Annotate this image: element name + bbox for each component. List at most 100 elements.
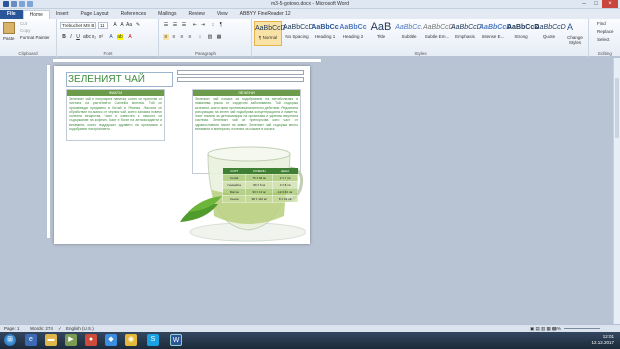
highlight-icon[interactable]: ab (117, 34, 123, 40)
copy-button[interactable]: Copy (20, 28, 31, 33)
style-no-spacing[interactable]: AaBbCcD No Spacing (283, 21, 314, 46)
shrink-font-icon[interactable]: A (119, 22, 125, 28)
media-icon[interactable]: ▶ (65, 334, 77, 346)
cut-button[interactable]: Cut (20, 21, 27, 26)
style-preview: AaBbCcD (423, 24, 454, 31)
app-icon[interactable]: ● (85, 334, 97, 346)
styles-label: Styles (414, 51, 427, 56)
header-box-1[interactable] (177, 70, 304, 75)
find-button[interactable]: Find (597, 21, 606, 26)
table-cell: 75 ± 84 мг (245, 173, 274, 182)
app2-icon[interactable]: ◆ (105, 334, 117, 346)
align-center-icon[interactable]: ≡ (171, 34, 177, 40)
style-strong[interactable]: AaBbCcD Strong (507, 21, 539, 46)
font-group: Trebuchet MS B 11 A A Aa ✎ B I U abc x₂ … (58, 19, 159, 57)
line-spacing-icon[interactable]: ↕ (197, 34, 203, 40)
multilevel-list-icon[interactable]: ☰ (181, 22, 187, 28)
bullets-icon[interactable]: ☰ (163, 22, 169, 28)
change-case-icon[interactable]: Aa (126, 22, 132, 28)
system-clock[interactable]: 12:01 12.12.2017 (591, 334, 614, 346)
language-indicator[interactable]: English (U.S.) (66, 326, 94, 331)
minimize-button[interactable]: – (578, 0, 590, 8)
zoom-level[interactable]: 66% (552, 326, 561, 331)
tab-abbyy[interactable]: ABBYY FineReader 12 (234, 10, 297, 19)
grow-font-icon[interactable]: A (112, 22, 118, 28)
style-preview: AaBbCc (311, 24, 339, 31)
table-cell: Генмайча (221, 180, 247, 189)
style-subtitle[interactable]: AaBbCc. Subtitle (395, 21, 423, 46)
table-cell: 8 ± 24 лв (272, 194, 298, 203)
clear-format-icon[interactable]: ✎ (135, 22, 141, 28)
tab-review[interactable]: Review (183, 10, 211, 19)
chrome-icon[interactable]: ◉ (125, 334, 137, 346)
italic-button[interactable]: I (68, 34, 74, 40)
tab-home[interactable]: Home (22, 10, 50, 19)
show-marks-icon[interactable]: ¶ (218, 22, 224, 28)
vertical-scrollbar[interactable] (613, 58, 620, 324)
shading-icon[interactable]: ▧ (207, 34, 213, 40)
zoom-slider[interactable] (564, 328, 600, 329)
document-heading: ЗЕЛЕНИЯТ ЧАЙ (68, 74, 145, 85)
style-preview: AaBbCcD (451, 24, 482, 31)
facts-column[interactable]: ФАКТИ Зеленият чай е популярна напитка, … (66, 89, 165, 141)
decrease-indent-icon[interactable]: ⇤ (192, 22, 198, 28)
select-button[interactable]: Select (597, 37, 610, 42)
maximize-button[interactable]: □ (590, 0, 602, 8)
ribbon: Paste Cut Copy Format Painter Clipboard … (0, 19, 620, 57)
tab-page-layout[interactable]: Page Layout (74, 10, 114, 19)
align-right-icon[interactable]: ≡ (179, 34, 185, 40)
style-heading-1[interactable]: AaBbCc Heading 1 (311, 21, 339, 46)
table-cell: Китай (221, 173, 247, 182)
subscript-icon[interactable]: x₂ (91, 34, 97, 40)
tab-insert[interactable]: Insert (50, 10, 75, 19)
text-effects-icon[interactable]: A (108, 34, 114, 40)
horizontal-ruler[interactable] (52, 58, 322, 63)
change-styles-icon[interactable]: A (565, 22, 575, 32)
tea-table[interactable]: СОРТ КОФЕИН ЦЕНА Китай 75 ± 84 мг 2 ± 7 … (221, 168, 298, 203)
tab-references[interactable]: References (115, 10, 153, 19)
font-size-dropdown[interactable]: 11 (98, 22, 108, 29)
font-name-dropdown[interactable]: Trebuchet MS B (60, 22, 96, 29)
style-emphasis[interactable]: AaBbCcD Emphasis (451, 21, 482, 46)
tab-mailings[interactable]: Mailings (152, 10, 182, 19)
replace-button[interactable]: Replace (597, 29, 614, 34)
start-button[interactable]: ⊞ (4, 334, 16, 346)
tab-file[interactable]: File (0, 10, 23, 19)
change-styles-button[interactable]: Change Styles (563, 35, 587, 45)
tab-view[interactable]: View (211, 10, 234, 19)
skype-icon[interactable]: S (147, 334, 159, 346)
increase-indent-icon[interactable]: ⇥ (200, 22, 206, 28)
bold-button[interactable]: B (61, 34, 67, 40)
style-heading-2[interactable]: AaBbCc Heading 2 (339, 21, 367, 46)
justify-icon[interactable]: ≡ (187, 34, 193, 40)
word-taskbar-icon[interactable]: W (170, 334, 182, 346)
style-subtle-emphasis[interactable]: AaBbCcD Subtle Em... (423, 21, 454, 46)
style-title[interactable]: AaB Title (367, 21, 395, 46)
title-bar: m3-5-gotovo.docx - Microsoft Word – □ × (0, 0, 620, 9)
style-quote[interactable]: AaBbCcD Quote (535, 21, 566, 46)
word-count[interactable]: Words: 274 (30, 326, 53, 331)
paste-icon[interactable] (3, 22, 15, 34)
align-left-icon[interactable]: ≡ (163, 34, 169, 40)
paste-button[interactable]: Paste (3, 36, 15, 41)
facts-text: Зеленият чай е популярна напитка, която … (69, 97, 162, 132)
numbering-icon[interactable]: ☰ (172, 22, 178, 28)
font-color-icon[interactable]: A (127, 34, 133, 40)
style-intense-emphasis[interactable]: AaBbCcD Intense E... (479, 21, 511, 46)
underline-button[interactable]: U (75, 34, 81, 40)
folder-icon[interactable]: ▬ (45, 334, 57, 346)
borders-icon[interactable]: ▦ (216, 34, 222, 40)
scrollbar-thumb[interactable] (615, 78, 619, 138)
heading-textbox[interactable]: ЗЕЛЕНИЯТ ЧАЙ (66, 72, 173, 87)
strikethrough-icon[interactable]: abc (83, 34, 91, 40)
superscript-icon[interactable]: x² (98, 34, 104, 40)
sort-icon[interactable]: ↕ (210, 22, 216, 28)
page-count[interactable]: Page: 1 (4, 326, 20, 331)
format-painter-button[interactable]: Format Painter (20, 35, 50, 40)
close-button[interactable]: × (602, 0, 618, 8)
style-normal[interactable]: AaBbCcD ¶ Normal (254, 21, 286, 46)
editing-group: Find Replace Select Editing (590, 19, 620, 57)
ie-icon[interactable]: e (25, 334, 37, 346)
vertical-ruler[interactable] (46, 64, 51, 239)
header-box-2[interactable] (177, 77, 304, 82)
